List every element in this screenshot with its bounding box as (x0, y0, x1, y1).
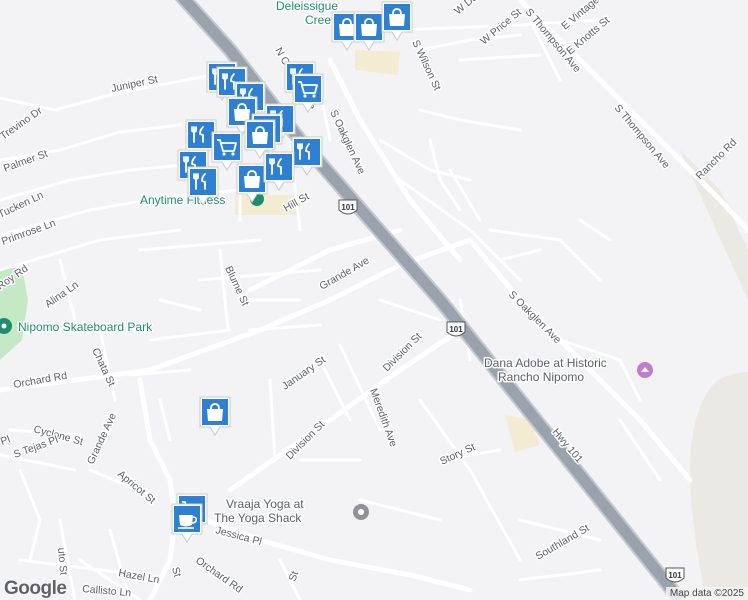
street-callisto: Callisto Ln (82, 583, 132, 599)
street-alina: Alina Ln (43, 279, 81, 311)
map-attribution[interactable]: Map data ©2025 (665, 587, 748, 600)
street-rancho: Rancho Rd (694, 136, 740, 182)
street-division-1: Division St (284, 419, 328, 463)
street-meredith: Meredith Ave (367, 387, 399, 449)
street-s-oakglen-bottom: S Oakglen Ave (506, 289, 564, 347)
svg-text:Dana Adobe at Historic: Dana Adobe at Historic (484, 356, 607, 370)
street-apricot: Apricot St (115, 468, 158, 507)
street-january: January St (280, 354, 328, 393)
route-shield-101-b: 101 (446, 321, 466, 337)
svg-text:Rancho Nipomo: Rancho Nipomo (498, 370, 584, 384)
street-st-bottom: St (287, 570, 302, 584)
svg-text:101: 101 (668, 571, 682, 580)
place-skatepark[interactable]: Nipomo Skateboard Park (0, 318, 155, 336)
street-jessica: Jessica Pl (214, 524, 263, 548)
map-base: N Oakglen Ave Juniper St Trevino Dr Palm… (0, 0, 748, 600)
street-uto: uto St (55, 547, 69, 575)
place-deleissig-creek[interactable]: Deleissigue Creek (275, 0, 340, 29)
street-trevino: Trevino Dr (0, 104, 45, 142)
street-palmer: Palmer St (2, 148, 49, 175)
street-story: Story St (438, 441, 477, 468)
route-shield-101-c: 101 (665, 567, 685, 583)
street-grande-sw: Grande Ave (85, 411, 119, 466)
street-pl-1: Pl (0, 433, 12, 447)
street-grande-ave: Grande Ave (318, 254, 372, 292)
street-s-thompson-2: S Thompson Ave (612, 102, 672, 171)
cart-marker[interactable] (291, 72, 325, 114)
coffee-marker[interactable] (170, 502, 204, 544)
street-st-bottom2: St (169, 566, 183, 579)
street-southland: Southland St (534, 522, 592, 562)
restaurant-marker[interactable] (186, 165, 220, 207)
svg-text:Deleissigue: Deleissigue (276, 0, 338, 13)
svg-text:Nipomo Skateboard Park: Nipomo Skateboard Park (18, 320, 153, 334)
restaurant-marker[interactable] (262, 150, 296, 192)
street-primrose: Primrose Ln (0, 217, 57, 248)
street-orchard-bottom: Orchard Rd (193, 555, 244, 596)
street-juniper: Juniper St (110, 73, 159, 95)
map-canvas[interactable]: N Oakglen Ave Juniper St Trevino Dr Palm… (0, 0, 748, 600)
shopping-marker[interactable] (198, 395, 232, 437)
street-w-dana: W Dana St (452, 0, 499, 17)
route-shield-101-a: 101 (338, 199, 358, 215)
street-orchard: Orchard Rd (12, 370, 68, 391)
svg-text:101: 101 (341, 203, 355, 212)
street-chata: Chata St (89, 346, 117, 388)
google-logo: Google (4, 578, 67, 599)
svg-text:Vraaja Yoga at: Vraaja Yoga at (226, 497, 304, 511)
shopping-marker[interactable] (380, 0, 414, 42)
street-s-tejas: S Tejas Pl (12, 434, 60, 461)
svg-text:The Yoga Shack: The Yoga Shack (214, 511, 302, 525)
place-dana-adobe[interactable]: Dana Adobe at Historic Rancho Nipomo (483, 355, 653, 386)
svg-text:101: 101 (449, 325, 463, 334)
place-vraaja-yoga[interactable]: Vraaja Yoga at The Yoga Shack (213, 496, 369, 527)
